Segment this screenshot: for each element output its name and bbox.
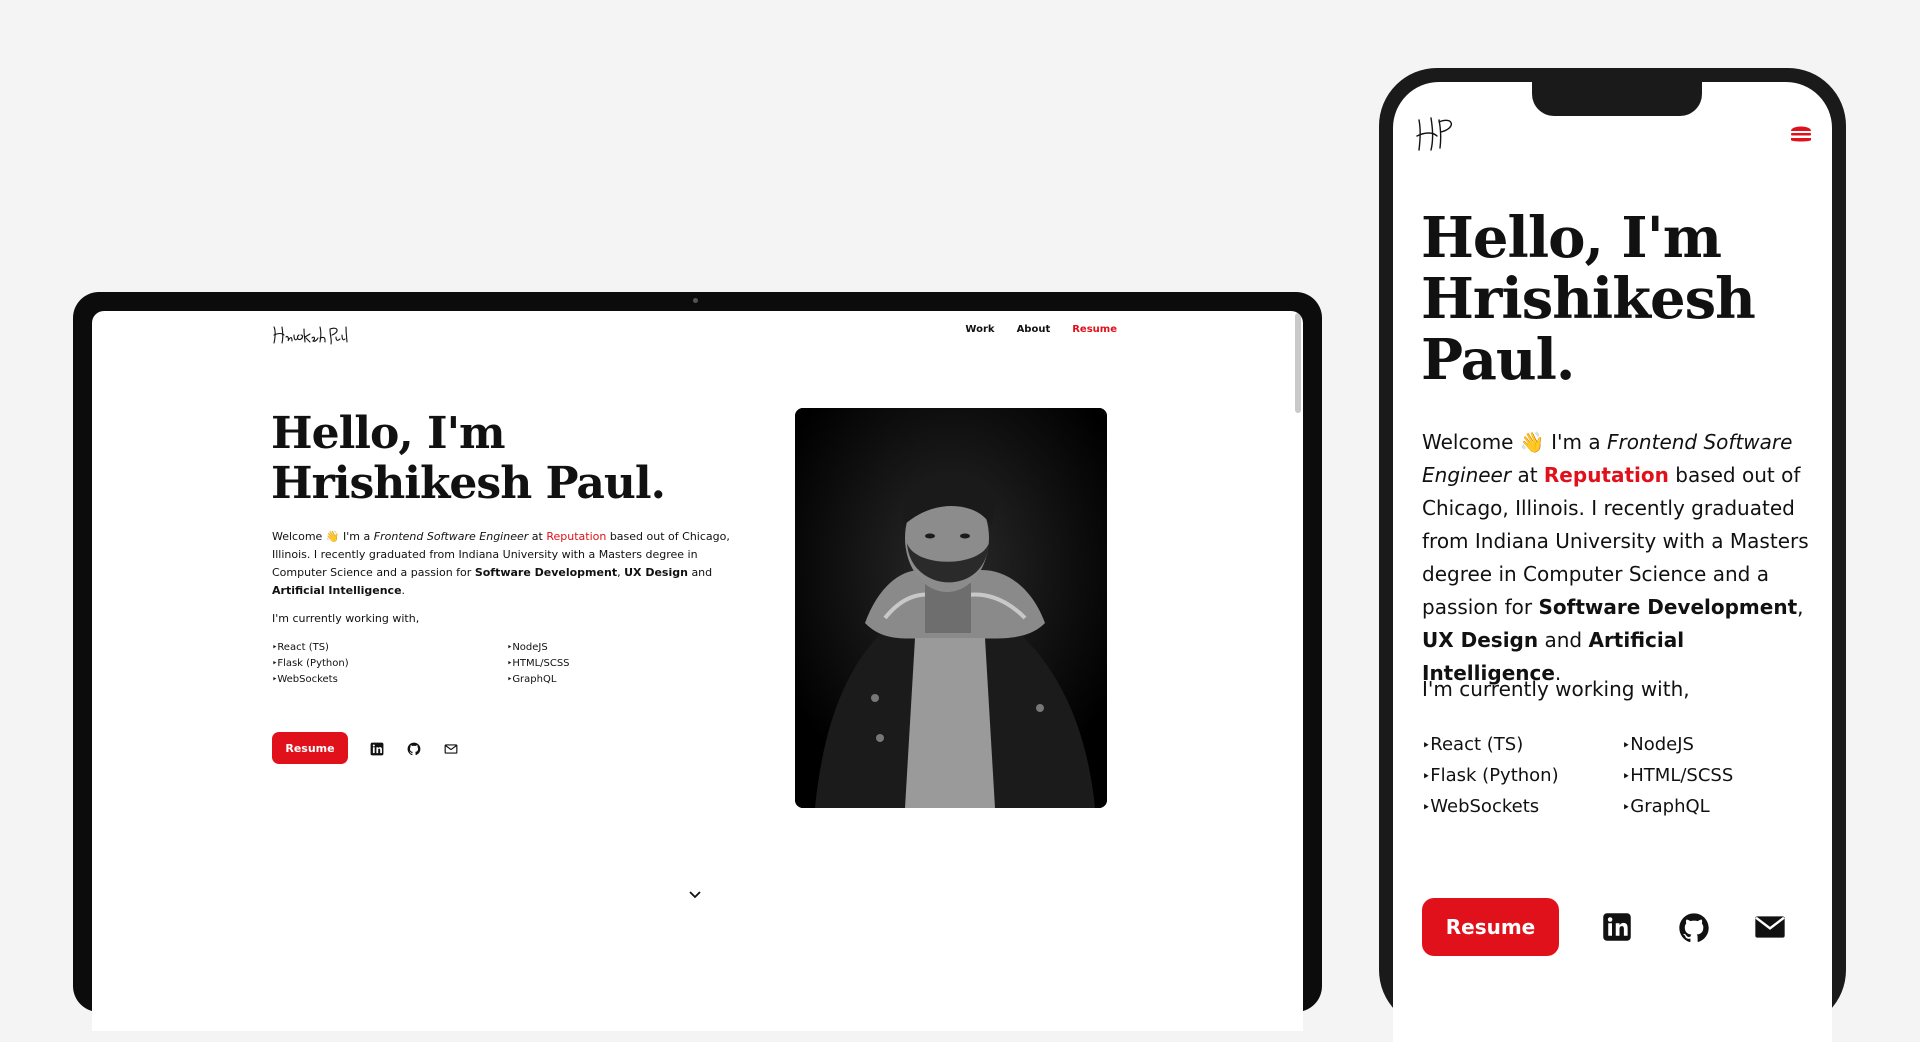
hero-title-line1: Hello, I'm (1421, 205, 1722, 271)
intro-welcome: Welcome (272, 530, 323, 543)
nav-about[interactable]: About (1017, 324, 1051, 335)
company-link[interactable]: Reputation (546, 530, 606, 543)
hero-title-name-first: Hrishikesh (1421, 266, 1756, 332)
laptop-camera (693, 298, 698, 303)
working-with-label: I'm currently working with, (272, 612, 420, 625)
hero-title-name-last: Paul. (1421, 327, 1575, 393)
site-logo[interactable] (1411, 112, 1461, 156)
intro-at: at (531, 530, 543, 543)
github-icon[interactable] (1678, 912, 1710, 943)
tech-list: React (TS) NodeJS Flask (Python) HTML/SC… (1422, 730, 1817, 823)
phone-screen: Hello, I'm Hrishikesh Paul. Welcome 👋 I'… (1393, 82, 1832, 1042)
mail-icon[interactable] (444, 742, 460, 756)
intro-and: and (1544, 628, 1583, 652)
laptop-screen: Work About Resume Hello, I'm Hrishikesh … (92, 311, 1303, 1031)
linkedin-icon[interactable] (370, 742, 386, 756)
tech-item: React (TS) (1422, 730, 1622, 761)
working-with-label: I'm currently working with, (1422, 677, 1690, 701)
site-logo[interactable] (270, 317, 350, 351)
company-link[interactable]: Reputation (1544, 463, 1669, 487)
wave-emoji: 👋 (1519, 430, 1545, 454)
hero-title-line2: Hrishikesh Paul. (271, 458, 666, 509)
skill-software-development: Software Development (474, 566, 618, 579)
nav-bar: Work About Resume (965, 324, 1117, 335)
tech-item: NodeJS (507, 640, 657, 656)
tech-item: WebSockets (1422, 792, 1622, 823)
tech-item: NodeJS (1622, 730, 1812, 761)
social-links (370, 742, 460, 756)
skill-artificial-intelligence: Artificial Intelligence (272, 584, 402, 597)
laptop-mockup: Work About Resume Hello, I'm Hrishikesh … (73, 292, 1322, 1031)
wave-emoji: 👋 (325, 530, 340, 543)
scrollbar[interactable] (1295, 313, 1301, 413)
tech-item: Flask (Python) (272, 656, 507, 672)
resume-button[interactable]: Resume (272, 732, 348, 764)
mail-icon[interactable] (1754, 912, 1786, 942)
tech-item: GraphQL (507, 672, 657, 688)
tech-item: WebSockets (272, 672, 507, 688)
phone-notch (1532, 82, 1702, 116)
chevron-down-icon[interactable] (687, 889, 703, 901)
phone-mockup: Hello, I'm Hrishikesh Paul. Welcome 👋 I'… (1379, 68, 1846, 1042)
hero-title: Hello, I'm Hrishikesh Paul. (1421, 208, 1821, 391)
resume-button[interactable]: Resume (1422, 898, 1559, 956)
hero-title: Hello, I'm Hrishikesh Paul. (271, 409, 791, 509)
tech-item: HTML/SCSS (507, 656, 657, 672)
intro-im-a: I'm a (1551, 430, 1601, 454)
intro-im-a: I'm a (343, 530, 371, 543)
tech-item: Flask (Python) (1422, 761, 1622, 792)
intro-at: at (1517, 463, 1538, 487)
nav-work[interactable]: Work (965, 324, 994, 335)
skill-ux-design: UX Design (1422, 628, 1539, 652)
intro-paragraph: Welcome 👋 I'm a Frontend Software Engine… (272, 530, 730, 597)
social-links (1602, 912, 1786, 943)
hamburger-icon[interactable] (1789, 122, 1813, 144)
profile-photo (795, 408, 1107, 808)
skill-ux-design: UX Design (624, 566, 688, 579)
nav-resume[interactable]: Resume (1072, 324, 1117, 335)
skill-software-development: Software Development (1538, 595, 1798, 619)
intro-role: Frontend Software Engineer (373, 530, 529, 543)
intro-paragraph: Welcome 👋 I'm a Frontend Software Engine… (1422, 430, 1809, 685)
intro-welcome: Welcome (1422, 430, 1514, 454)
github-icon[interactable] (407, 742, 423, 756)
tech-item: React (TS) (272, 640, 507, 656)
linkedin-icon[interactable] (1602, 912, 1634, 942)
hero-title-line1: Hello, I'm (271, 408, 506, 459)
tech-item: GraphQL (1622, 792, 1812, 823)
tech-item: HTML/SCSS (1622, 761, 1812, 792)
tech-list: React (TS) NodeJS Flask (Python) HTML/SC… (272, 640, 572, 688)
intro-and: and (691, 566, 713, 579)
